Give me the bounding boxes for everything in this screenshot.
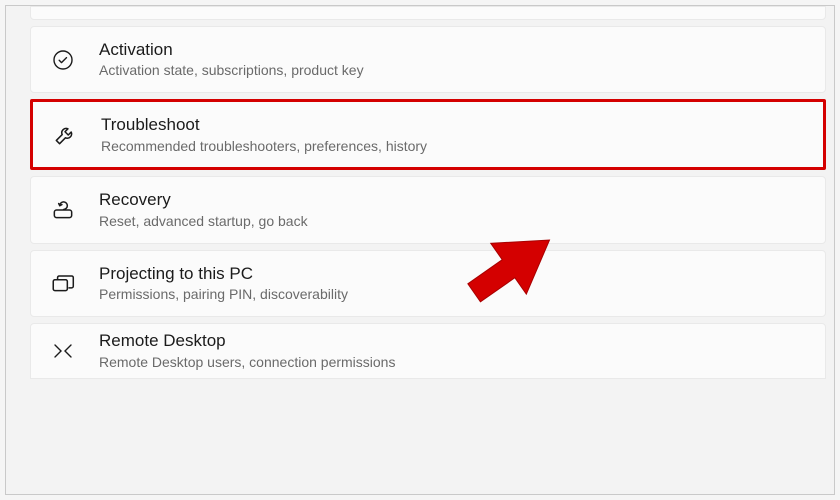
row-subtitle: Recommended troubleshooters, preferences…: [101, 138, 427, 155]
remote-desktop-icon: [49, 337, 77, 365]
row-title: Activation: [99, 40, 364, 60]
row-title: Troubleshoot: [101, 115, 427, 135]
row-title: Recovery: [99, 190, 308, 210]
row-text: Recovery Reset, advanced startup, go bac…: [99, 190, 308, 229]
settings-list: Activation Activation state, subscriptio…: [6, 6, 834, 379]
settings-row-remote-desktop[interactable]: Remote Desktop Remote Desktop users, con…: [30, 323, 826, 379]
row-title: Projecting to this PC: [99, 264, 348, 284]
settings-row-troubleshoot[interactable]: Troubleshoot Recommended troubleshooters…: [30, 99, 826, 170]
checkmark-circle-icon: [49, 46, 77, 74]
recovery-icon: [49, 196, 77, 224]
row-text: Troubleshoot Recommended troubleshooters…: [101, 115, 427, 154]
settings-row-prev[interactable]: [30, 6, 826, 20]
row-text: Activation Activation state, subscriptio…: [99, 40, 364, 79]
row-subtitle: Reset, advanced startup, go back: [99, 213, 308, 230]
row-title: Remote Desktop: [99, 331, 395, 351]
settings-row-projecting[interactable]: Projecting to this PC Permissions, pairi…: [30, 250, 826, 317]
row-subtitle: Remote Desktop users, connection permiss…: [99, 354, 395, 371]
row-text: Remote Desktop Remote Desktop users, con…: [99, 331, 395, 370]
row-subtitle: Activation state, subscriptions, product…: [99, 62, 364, 79]
settings-row-activation[interactable]: Activation Activation state, subscriptio…: [30, 26, 826, 93]
settings-row-recovery[interactable]: Recovery Reset, advanced startup, go bac…: [30, 176, 826, 243]
row-subtitle: Permissions, pairing PIN, discoverabilit…: [99, 286, 348, 303]
row-text: Projecting to this PC Permissions, pairi…: [99, 264, 348, 303]
project-icon: [49, 269, 77, 297]
wrench-icon: [51, 121, 79, 149]
settings-panel: Activation Activation state, subscriptio…: [5, 5, 835, 495]
